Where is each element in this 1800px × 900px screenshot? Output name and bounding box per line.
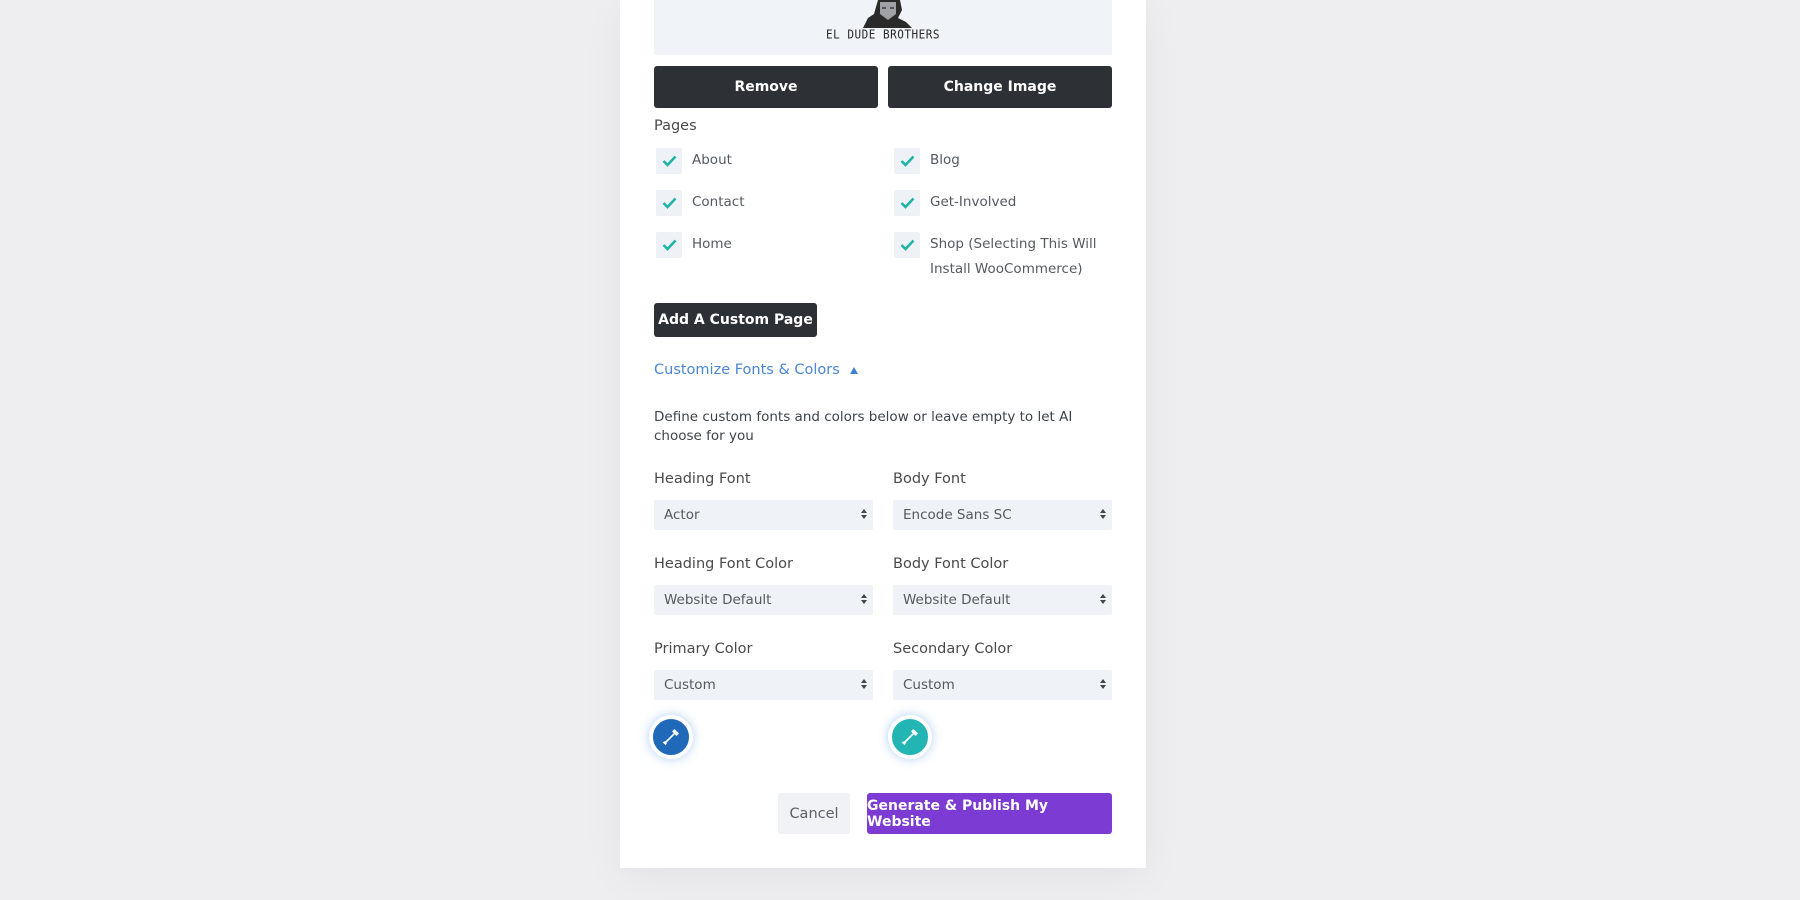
body-font-color-label: Body Font Color [893,556,1009,572]
customize-description: Define custom fonts and colors below or … [654,409,1073,444]
checkbox[interactable] [894,232,920,258]
change-image-button[interactable]: Change Image [888,66,1112,108]
page-checkbox-get-involved[interactable]: Get-Involved [894,190,1130,216]
remove-image-button[interactable]: Remove [654,66,878,108]
checkbox-label: Contact [692,194,745,210]
select-value: Actor [664,507,700,523]
heading-font-select[interactable]: Actor [654,500,873,530]
heading-font-color-select[interactable]: Website Default [654,585,873,615]
checkmark-icon [900,197,914,209]
checkmark-icon [662,155,676,167]
logo-preview: EL DUDE BROTHERS [654,0,1112,55]
select-arrows-icon [861,594,867,604]
select-arrows-icon [861,679,867,689]
pages-label: Pages [654,118,697,134]
checkbox-label: Blog [930,152,960,168]
eyedropper-icon [901,729,918,746]
page-checkbox-about[interactable]: About [656,148,892,174]
select-value: Website Default [903,592,1011,608]
checkmark-icon [900,239,914,251]
cancel-button[interactable]: Cancel [778,793,850,834]
page-checkbox-home[interactable]: Home [656,232,892,258]
add-custom-page-button[interactable]: Add A Custom Page [654,303,817,337]
primary-color-label: Primary Color [654,641,753,657]
checkbox[interactable] [656,148,682,174]
page-checkbox-blog[interactable]: Blog [894,148,1130,174]
checkbox-label: Shop (Selecting This Will Install WooCom… [930,236,1097,277]
customize-fonts-colors-toggle[interactable]: Customize Fonts & Colors [654,362,858,378]
page-checkbox-contact[interactable]: Contact [656,190,892,216]
select-value: Encode Sans SC [903,507,1012,523]
select-arrows-icon [1100,679,1106,689]
checkbox[interactable] [894,148,920,174]
secondary-color-picker[interactable] [888,715,932,759]
checkmark-icon [900,155,914,167]
generate-website-panel: EL DUDE BROTHERS Remove Change Image Pag… [620,0,1146,868]
logo-caption: EL DUDE BROTHERS [826,27,940,42]
primary-color-select[interactable]: Custom [654,670,873,700]
select-value: Website Default [664,592,772,608]
checkmark-icon [662,197,676,209]
checkbox-label: About [692,152,732,168]
checkbox-label: Get-Involved [930,194,1017,210]
generate-publish-button[interactable]: Generate & Publish My Website [867,793,1112,834]
secondary-color-select[interactable]: Custom [893,670,1112,700]
select-arrows-icon [861,509,867,519]
checkbox[interactable] [656,232,682,258]
checkbox[interactable] [894,190,920,216]
primary-color-picker[interactable] [649,715,693,759]
secondary-color-label: Secondary Color [893,641,1013,657]
toggle-label: Customize Fonts & Colors [654,362,840,378]
checkbox[interactable] [656,190,682,216]
heading-font-label: Heading Font [654,471,751,487]
select-arrows-icon [1100,594,1106,604]
body-font-select[interactable]: Encode Sans SC [893,500,1112,530]
caret-up-icon [849,366,858,374]
page-checkbox-shop[interactable]: Shop (Selecting This Will Install WooCom… [894,232,1130,282]
checkbox-label: Home [692,236,732,252]
logo-illustration-icon [863,0,912,28]
select-value: Custom [664,677,716,693]
heading-font-color-label: Heading Font Color [654,556,793,572]
body-font-label: Body Font [893,471,966,487]
eyedropper-icon [662,729,679,746]
select-arrows-icon [1100,509,1106,519]
body-font-color-select[interactable]: Website Default [893,585,1112,615]
checkmark-icon [662,239,676,251]
select-value: Custom [903,677,955,693]
